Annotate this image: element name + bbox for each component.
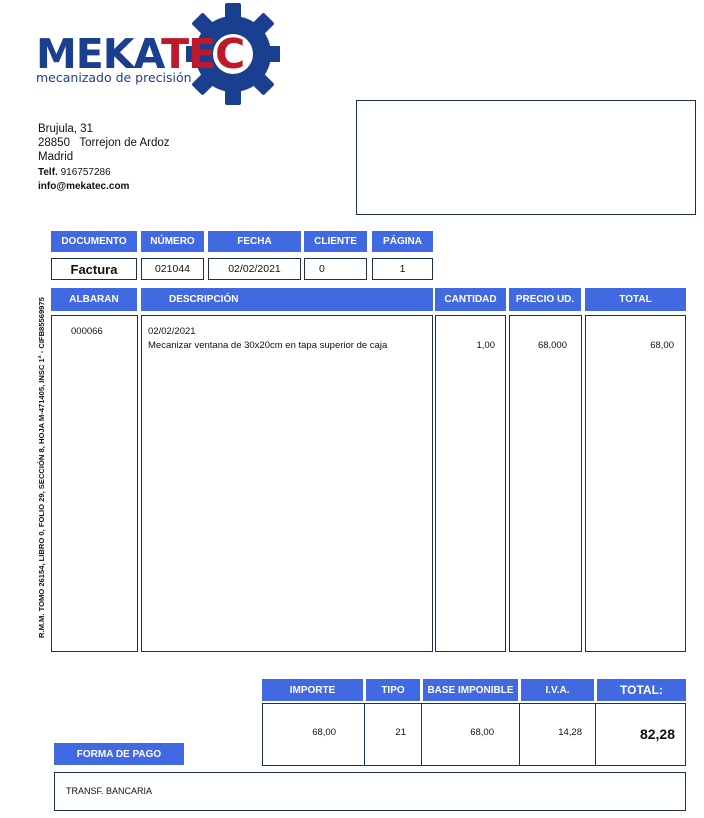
doc-type-value: Factura [51, 258, 137, 280]
address-line-3: Madrid [38, 151, 74, 163]
doc-date-value: 02/02/2021 [208, 258, 301, 280]
totals-base-value: 68,00 [470, 727, 494, 738]
items-header-albaran: ALBARAN [51, 288, 137, 311]
payment-method-value: TRANSF. BANCARIA [66, 786, 153, 796]
item-precio: 68,000 [537, 340, 567, 351]
phone-label: Telf. [38, 167, 58, 178]
item-total: 68,00 [650, 340, 674, 351]
address-line-1: Brujula, 31 [38, 123, 93, 135]
payment-method-label: FORMA DE PAGO [54, 743, 184, 765]
address-line-2: 28850 Torrejon de Ardoz [38, 137, 170, 149]
totals-iva-value: 14,28 [558, 727, 582, 738]
totals-header-importe: IMPORTE [262, 679, 363, 701]
items-column-albaran [51, 315, 138, 652]
items-column-cantidad [435, 315, 506, 652]
doc-page-value: 1 [372, 258, 433, 280]
doc-header-documento: DOCUMENTO [51, 231, 137, 252]
company-phone: Telf. 916757286 [38, 166, 111, 179]
doc-header-pagina: PÁGINA [372, 231, 433, 252]
items-column-total [585, 315, 686, 652]
company-address: Brujula, 31 28850 Torrejon de Ardoz Madr… [38, 122, 170, 164]
item-date: 02/02/2021 [148, 326, 196, 337]
totals-header-iva: I.V.A. [521, 679, 594, 701]
doc-header-fecha: FECHA [208, 231, 301, 252]
totals-header-total: TOTAL: [597, 679, 686, 701]
logo-wordmark: MEKATEC [36, 34, 245, 75]
doc-client-value: 0 [304, 258, 367, 280]
logo-tagline: mecanizado de precisión [36, 70, 192, 85]
items-header-cantidad: CANTIDAD [435, 288, 506, 311]
items-header-precio: PRECIO UD. [509, 288, 581, 311]
items-header-descripcion: DESCRIPCIÓN [141, 288, 433, 311]
company-registry-text: R.M.M. TOMO 26154, LIBRO 0, FOLIO 29, SE… [37, 297, 46, 638]
items-header-total: TOTAL [585, 288, 686, 311]
doc-number-value: 021044 [141, 258, 204, 280]
item-albaran: 000066 [71, 326, 103, 337]
company-email: info@mekatec.com [38, 181, 130, 192]
phone-value: 916757286 [60, 167, 111, 178]
items-column-precio [509, 315, 582, 652]
totals-tipo-value: 21 [395, 727, 406, 738]
totals-header-tipo: TIPO [366, 679, 420, 701]
client-address-box [356, 100, 696, 215]
item-cantidad: 1,00 [476, 340, 496, 351]
totals-header-base: BASE IMPONIBLE [423, 679, 518, 701]
doc-header-numero: NÚMERO [141, 231, 204, 252]
doc-header-cliente: CLIENTE [304, 231, 367, 252]
item-description: Mecanizar ventana de 30x20cm en tapa sup… [148, 340, 388, 351]
totals-grand-total-value: 82,28 [639, 726, 675, 742]
items-column-descripcion [141, 315, 433, 652]
totals-importe-value: 68,00 [312, 727, 336, 738]
